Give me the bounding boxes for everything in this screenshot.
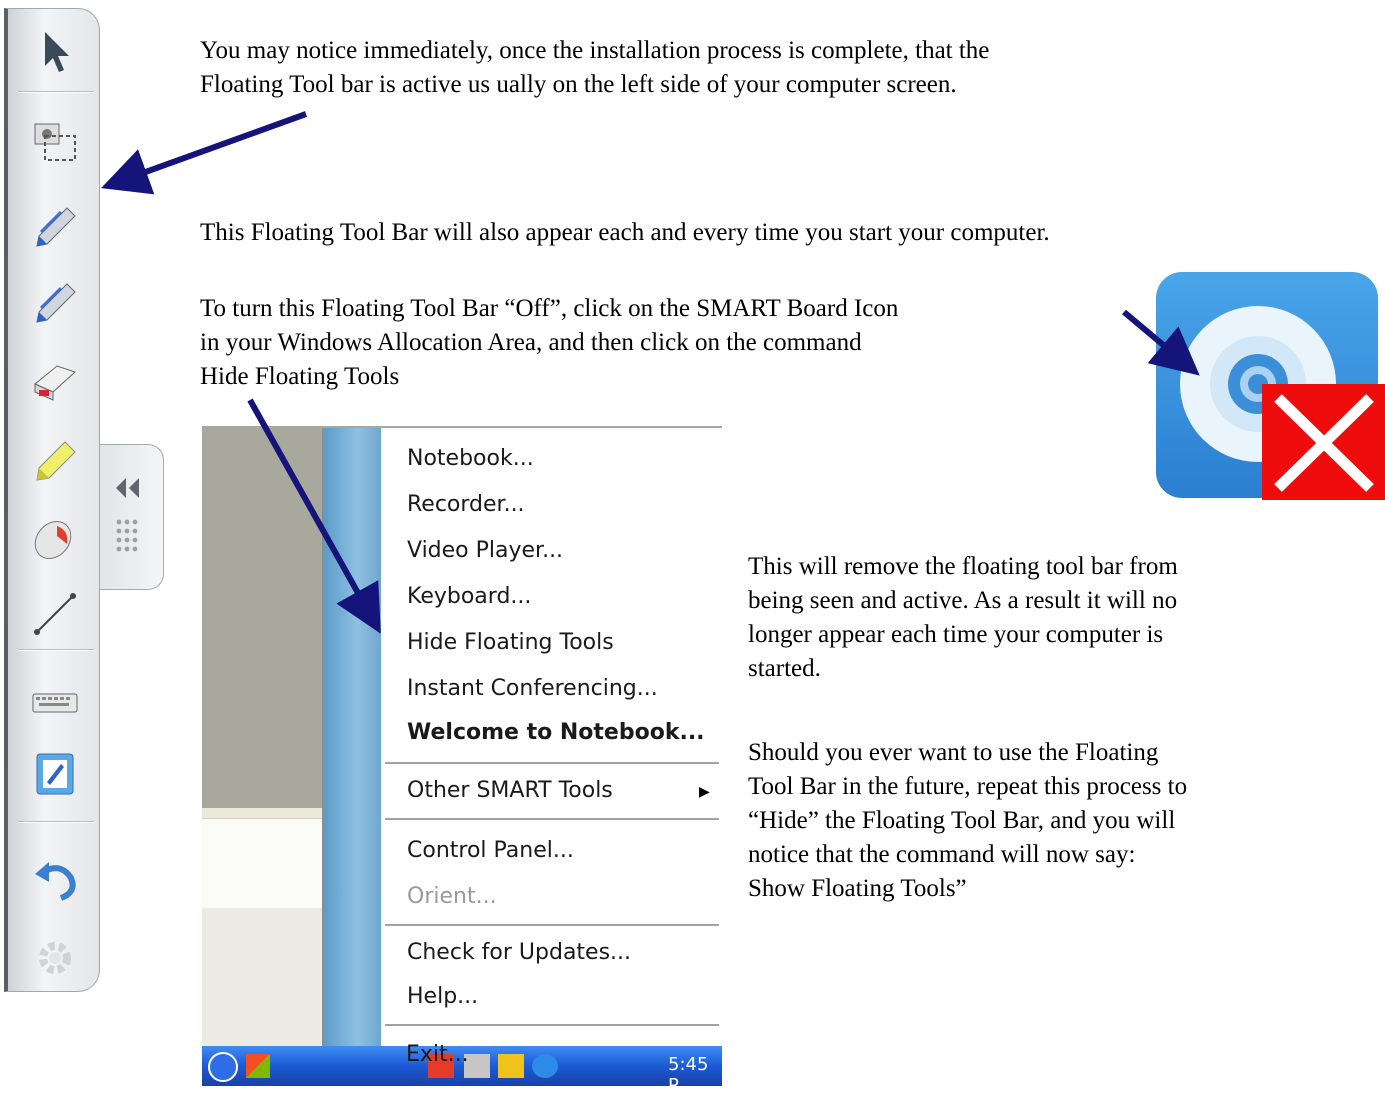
menu-item-other-smart-tools[interactable]: Other SMART Tools	[407, 778, 613, 803]
menu-separator	[385, 924, 719, 926]
paragraph-show-again: Should you ever want to use the Floating…	[748, 736, 1187, 906]
paragraph-result: This will remove the floating tool bar f…	[748, 550, 1178, 686]
text-line: “Hide” the Floating Tool Bar, and you wi…	[748, 807, 1176, 834]
menu-sidebar	[323, 428, 381, 1046]
menu-separator	[385, 818, 719, 820]
text-line: notice that the command will now say:	[748, 841, 1136, 868]
paragraph-intro: You may notice immediately, once the ins…	[200, 34, 989, 102]
menu-item-keyboard[interactable]: Keyboard...	[407, 584, 531, 609]
context-menu-screenshot: 5:45 P Notebook... Recorder... Video Pla…	[202, 426, 722, 1086]
pen-icon[interactable]	[22, 195, 88, 261]
text-line: Should you ever want to use the Floating	[748, 739, 1159, 766]
text-line: Hide Floating Tools	[200, 363, 400, 390]
arrow-to-toolbar	[101, 111, 308, 195]
text-line: You may notice immediately, once the ins…	[200, 37, 990, 64]
menu-item-welcome[interactable]: Welcome to Notebook...	[407, 720, 705, 745]
text-line: This Floating Tool Bar will also appear …	[200, 219, 1050, 246]
toolbar-divider	[18, 821, 94, 823]
text-line: This will remove the floating tool bar f…	[748, 553, 1178, 580]
toolbar-collapse-tab[interactable]	[100, 444, 164, 590]
tray-icon[interactable]	[532, 1054, 558, 1078]
menu-separator	[385, 762, 719, 764]
pen-icon[interactable]	[22, 271, 88, 337]
menu-item-recorder[interactable]: Recorder...	[407, 492, 525, 517]
menu-item-help[interactable]: Help...	[407, 984, 478, 1009]
text-line: started.	[748, 655, 821, 682]
tray-icon[interactable]	[498, 1054, 524, 1078]
double-chevron-left-icon[interactable]	[112, 475, 142, 501]
settings-icon[interactable]	[22, 923, 88, 989]
keyboard-icon[interactable]	[22, 669, 88, 735]
menu-item-exit[interactable]: Exit...	[406, 1042, 469, 1067]
menu-separator	[385, 1024, 719, 1026]
text-line: longer appear each time your computer is	[748, 621, 1164, 648]
mouse-right-click-icon[interactable]	[22, 505, 88, 571]
back-icon[interactable]	[208, 1052, 238, 1082]
menu-item-video-player[interactable]: Video Player...	[407, 538, 563, 563]
close-x-icon	[1262, 384, 1385, 500]
submenu-arrow-icon: ▶	[699, 785, 710, 800]
text-line: being seen and active. As a result it wi…	[748, 587, 1178, 614]
eraser-icon[interactable]	[22, 347, 88, 413]
text-line: Floating Tool bar is active us ually on …	[200, 71, 957, 98]
undo-icon[interactable]	[22, 847, 88, 913]
toolbar-divider	[18, 649, 94, 651]
menu-item-hide-floating-tools[interactable]: Hide Floating Tools	[407, 630, 614, 655]
menu-item-check-updates[interactable]: Check for Updates...	[407, 940, 631, 965]
menu-item-control-panel[interactable]: Control Panel...	[407, 838, 574, 863]
text-line: in your Windows Allocation Area, and the…	[200, 329, 862, 356]
line-icon[interactable]	[22, 581, 88, 647]
floating-toolbar	[4, 8, 100, 992]
notebook-icon[interactable]	[22, 741, 88, 807]
highlighter-icon[interactable]	[22, 429, 88, 495]
paragraph-turn-off: To turn this Floating Tool Bar “Off”, cl…	[200, 292, 898, 394]
menu-item-notebook[interactable]: Notebook...	[407, 446, 534, 471]
menu-item-instant-conferencing[interactable]: Instant Conferencing...	[407, 676, 658, 701]
toolbar-divider	[18, 91, 94, 93]
select-arrow-icon[interactable]	[22, 19, 88, 85]
grip-dots-icon[interactable]	[114, 517, 140, 555]
text-line: To turn this Floating Tool Bar “Off”, cl…	[200, 295, 899, 322]
windows-logo-icon	[246, 1054, 270, 1078]
screen-capture-icon[interactable]	[22, 109, 88, 175]
text-line: Tool Bar in the future, repeat this proc…	[748, 773, 1188, 800]
menu-item-orient: Orient...	[407, 884, 497, 909]
context-menu: Notebook... Recorder... Video Player... …	[322, 428, 722, 1046]
text-line: Show Floating Tools”	[748, 875, 967, 902]
clock: 5:45 P	[668, 1054, 709, 1086]
paragraph-startup: This Floating Tool Bar will also appear …	[200, 216, 1050, 250]
